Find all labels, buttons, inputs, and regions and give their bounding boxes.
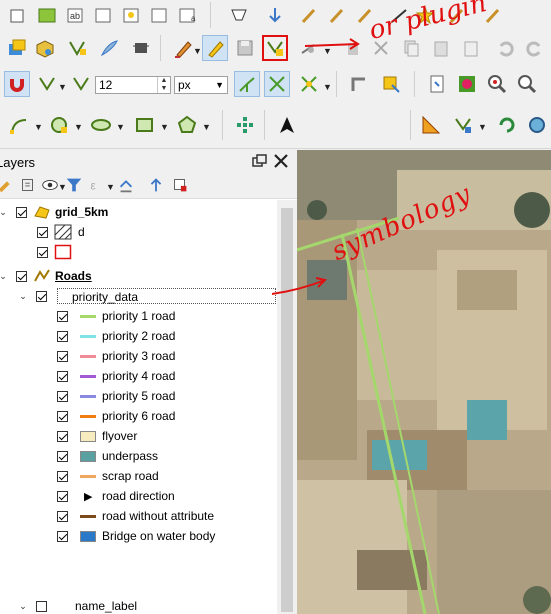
category-checkbox[interactable] — [57, 510, 68, 522]
line-symbol-swatch — [80, 514, 96, 518]
layer-name: name_label — [75, 599, 138, 613]
category-row[interactable]: priority 1 road — [57, 306, 175, 326]
category-checkbox[interactable] — [57, 350, 68, 362]
category-checkbox[interactable] — [57, 470, 68, 482]
line-symbol-swatch — [80, 354, 96, 358]
category-label: priority 5 road — [102, 389, 176, 403]
category-row[interactable]: priority 4 road — [57, 366, 175, 386]
fill-symbol-swatch — [80, 430, 96, 442]
category-checkbox[interactable] — [57, 430, 68, 442]
category-label: priority 3 road — [102, 349, 176, 363]
category-row[interactable]: underpass — [57, 446, 158, 466]
line-symbol-swatch — [80, 374, 96, 378]
category-label: road without attribute — [102, 509, 215, 523]
category-label: road direction — [102, 489, 175, 503]
category-label: priority 2 road — [102, 329, 176, 343]
category-row[interactable]: priority 2 road — [57, 326, 175, 346]
category-checkbox[interactable] — [57, 490, 68, 502]
category-label: priority 6 road — [102, 409, 176, 423]
fill-symbol-swatch — [80, 530, 96, 542]
category-checkbox[interactable] — [57, 310, 68, 322]
category-row[interactable]: priority 5 road — [57, 386, 175, 406]
annotation-arrows — [271, 38, 360, 295]
expand-arrow-icon[interactable]: ⌄ — [18, 601, 28, 612]
layer-checkbox[interactable] — [36, 600, 47, 612]
category-checkbox[interactable] — [57, 450, 68, 462]
category-label: priority 1 road — [102, 309, 176, 323]
line-symbol-swatch — [80, 394, 96, 398]
tree-row-name-label[interactable]: ⌄ name_label — [18, 596, 137, 614]
category-row[interactable]: Bridge on water body — [57, 526, 215, 546]
direction-arrow-icon: ▶ — [84, 490, 93, 503]
category-row[interactable]: ▶ road direction — [57, 486, 175, 506]
category-label: flyover — [102, 429, 138, 443]
category-checkbox[interactable] — [57, 530, 68, 542]
line-symbol-swatch — [80, 334, 96, 338]
category-label: scrap road — [102, 469, 159, 483]
category-row[interactable]: priority 6 road — [57, 406, 175, 426]
line-symbol-swatch — [80, 474, 96, 478]
category-checkbox[interactable] — [57, 390, 68, 402]
category-row[interactable]: road without attribute — [57, 506, 214, 526]
category-row[interactable]: flyover — [57, 426, 137, 446]
category-checkbox[interactable] — [57, 370, 68, 382]
category-label: Bridge on water body — [102, 529, 216, 543]
category-checkbox[interactable] — [57, 410, 68, 422]
category-label: priority 4 road — [102, 369, 176, 383]
category-checkbox[interactable] — [57, 330, 68, 342]
category-label: underpass — [102, 449, 159, 463]
line-symbol-swatch — [80, 314, 96, 318]
fill-symbol-swatch — [80, 450, 96, 462]
line-symbol-swatch — [80, 414, 96, 418]
category-row[interactable]: priority 3 road — [57, 346, 175, 366]
category-row[interactable]: scrap road — [57, 466, 159, 486]
